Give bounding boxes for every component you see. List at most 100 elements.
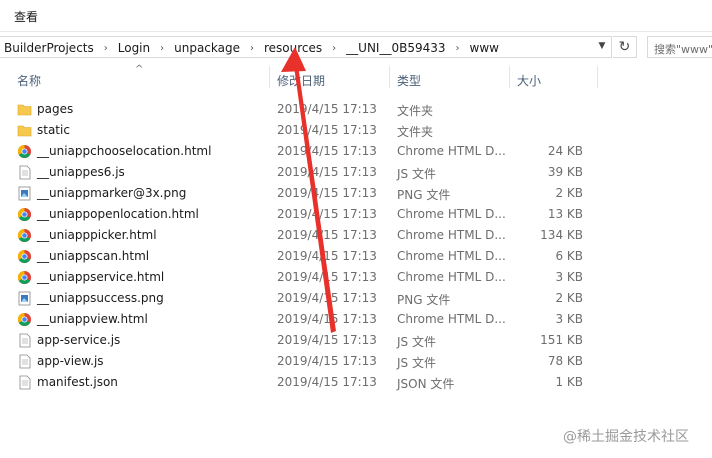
menu-view[interactable]: 查看 — [14, 8, 38, 25]
file-type: JS 文件 — [397, 167, 436, 181]
file-name: app-view.js — [37, 354, 104, 368]
png-file-icon — [17, 291, 32, 306]
chevron-right-icon[interactable]: › — [244, 43, 260, 54]
folder-icon — [17, 102, 32, 117]
file-size: 13 KB — [547, 207, 583, 221]
chevron-right-icon[interactable]: › — [450, 43, 466, 54]
search-input[interactable]: 搜索"www" — [647, 36, 712, 58]
breadcrumb-path: BuilderProjects › Login › unpackage › resource… — [0, 40, 503, 56]
breadcrumb-item[interactable]: unpackage — [170, 41, 244, 55]
watermark: @稀土掘金技术社区 — [563, 429, 689, 445]
file-name: __uniappsuccess.png — [37, 291, 164, 305]
file-name: __uniappview.html — [37, 312, 148, 326]
breadcrumb-item[interactable]: www — [466, 41, 503, 55]
column-divider[interactable] — [269, 66, 270, 88]
file-row[interactable]: __uniappscan.html 2019/4/15 17:13 Chrome H… — [0, 246, 600, 267]
breadcrumb-item[interactable]: __UNI__0B59433 — [342, 41, 449, 55]
search-placeholder: 搜索"www" — [654, 43, 712, 56]
column-divider[interactable] — [389, 66, 390, 88]
folder-icon — [17, 123, 32, 138]
file-type: Chrome HTML D... — [397, 228, 506, 242]
chevron-right-icon[interactable]: › — [326, 43, 342, 54]
file-modified-date: 2019/4/15 17:13 — [277, 228, 377, 242]
file-name: __uniappmarker@3x.png — [37, 186, 187, 200]
file-name: __uniappopenlocation.html — [37, 207, 199, 221]
file-name: __uniapppicker.html — [37, 228, 157, 242]
file-row[interactable]: manifest.json 2019/4/15 17:13 JSON 文件 1 KB — [0, 372, 600, 393]
file-size: 1 KB — [555, 375, 583, 389]
file-size: 3 KB — [555, 312, 583, 326]
file-modified-date: 2019/4/15 17:13 — [277, 144, 377, 158]
file-row[interactable]: __uniappservice.html 2019/4/15 17:13 Chrom… — [0, 267, 600, 288]
file-modified-date: 2019/4/15 17:13 — [277, 123, 377, 137]
file-row[interactable]: __uniappopenlocation.html 2019/4/15 17:13… — [0, 204, 600, 225]
file-size: 78 KB — [547, 354, 583, 368]
file-type: Chrome HTML D... — [397, 207, 506, 221]
file-modified-date: 2019/4/15 17:13 — [277, 291, 377, 305]
json-file-icon — [17, 375, 32, 390]
menu-bar: 查看 — [0, 0, 712, 32]
column-header-date[interactable]: 修改日期 — [277, 72, 325, 89]
column-headers: ^ 名称 修改日期 类型 大小 — [0, 64, 712, 92]
file-type: JSON 文件 — [397, 377, 455, 391]
file-name: manifest.json — [37, 375, 118, 389]
column-divider[interactable] — [509, 66, 510, 88]
breadcrumb-item[interactable]: resources — [260, 41, 326, 55]
file-row[interactable]: pages 2019/4/15 17:13 文件夹 — [0, 99, 600, 120]
chrome-html-icon — [17, 312, 32, 327]
chevron-right-icon[interactable]: › — [154, 43, 170, 54]
breadcrumb-item[interactable]: Login — [114, 41, 154, 55]
file-type: JS 文件 — [397, 356, 436, 370]
file-modified-date: 2019/4/15 17:13 — [277, 165, 377, 179]
file-row[interactable]: app-service.js 2019/4/15 17:13 JS 文件 151 KB — [0, 330, 600, 351]
file-row[interactable]: __uniappchooselocation.html 2019/4/15 17:… — [0, 141, 600, 162]
file-modified-date: 2019/4/15 17:13 — [277, 186, 377, 200]
chrome-html-icon — [17, 228, 32, 243]
file-type: Chrome HTML D... — [397, 270, 506, 284]
file-modified-date: 2019/4/15 17:13 — [277, 270, 377, 284]
sort-up-icon: ^ — [135, 64, 144, 75]
column-header-type[interactable]: 类型 — [397, 72, 421, 89]
file-name: __uniappes6.js — [37, 165, 125, 179]
file-type: Chrome HTML D... — [397, 144, 506, 158]
chrome-html-icon — [17, 249, 32, 264]
chrome-html-icon — [17, 144, 32, 159]
file-size: 134 KB — [540, 228, 583, 242]
file-modified-date: 2019/4/15 17:13 — [277, 354, 377, 368]
file-type: JS 文件 — [397, 335, 436, 349]
file-row[interactable]: __uniappsuccess.png 2019/4/15 17:13 PNG 文件… — [0, 288, 600, 309]
file-type: 文件夹 — [397, 104, 434, 118]
file-row[interactable]: static 2019/4/15 17:13 文件夹 — [0, 120, 600, 141]
js-file-icon — [17, 165, 32, 180]
address-bar: BuilderProjects › Login › unpackage › resource… — [0, 36, 712, 60]
column-divider[interactable] — [597, 66, 598, 88]
column-header-size[interactable]: 大小 — [517, 72, 541, 89]
breadcrumb-item[interactable]: BuilderProjects — [0, 41, 98, 55]
file-list: pages 2019/4/15 17:13 文件夹 static 2019/4/15 1… — [0, 99, 712, 393]
file-modified-date: 2019/4/15 17:13 — [277, 312, 377, 326]
chevron-right-icon[interactable]: › — [98, 43, 114, 54]
file-name: app-service.js — [37, 333, 121, 347]
file-modified-date: 2019/4/15 17:13 — [277, 102, 377, 116]
file-name: __uniappchooselocation.html — [37, 144, 212, 158]
file-modified-date: 2019/4/15 17:13 — [277, 375, 377, 389]
file-type: Chrome HTML D... — [397, 249, 506, 263]
file-size: 6 KB — [555, 249, 583, 263]
file-size: 151 KB — [540, 333, 583, 347]
file-row[interactable]: __uniappes6.js 2019/4/15 17:13 JS 文件 39 KB — [0, 162, 600, 183]
js-file-icon — [17, 333, 32, 348]
file-modified-date: 2019/4/15 17:13 — [277, 249, 377, 263]
breadcrumb[interactable]: BuilderProjects › Login › unpackage › resource… — [0, 36, 612, 58]
file-row[interactable]: app-view.js 2019/4/15 17:13 JS 文件 78 KB — [0, 351, 600, 372]
chevron-down-icon[interactable]: ▼ — [595, 41, 609, 55]
file-modified-date: 2019/4/15 17:13 — [277, 333, 377, 347]
file-name: static — [37, 123, 70, 137]
refresh-icon[interactable]: ↻ — [613, 36, 637, 58]
chrome-html-icon — [17, 270, 32, 285]
column-header-name[interactable]: 名称 — [17, 72, 41, 89]
js-file-icon — [17, 354, 32, 369]
file-row[interactable]: __uniappmarker@3x.png 2019/4/15 17:13 PNG … — [0, 183, 600, 204]
file-size: 2 KB — [555, 186, 583, 200]
file-row[interactable]: __uniapppicker.html 2019/4/15 17:13 Chrome… — [0, 225, 600, 246]
file-row[interactable]: __uniappview.html 2019/4/15 17:13 Chrome H… — [0, 309, 600, 330]
